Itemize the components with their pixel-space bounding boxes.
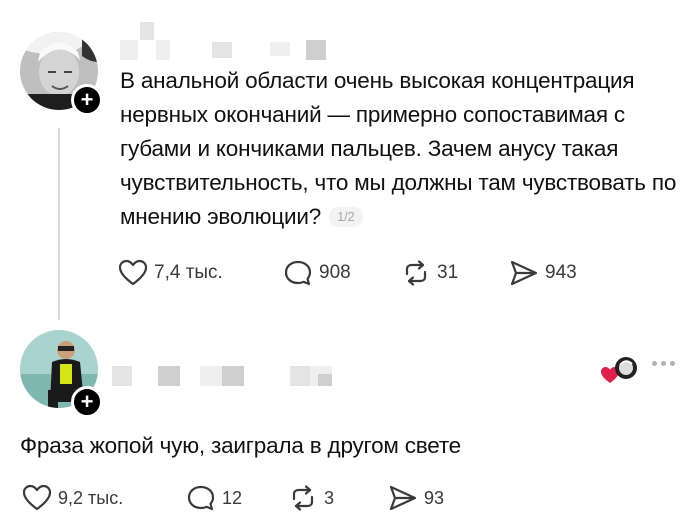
post-like-count: 7,4 тыс. — [154, 262, 223, 283]
post-body: В анальной области очень высокая концент… — [120, 68, 677, 229]
liked-by-author-badge — [600, 356, 640, 386]
reply-share-button[interactable]: 93 — [388, 484, 444, 512]
send-icon — [389, 485, 417, 511]
heart-icon — [22, 484, 52, 511]
post-repost-count: 31 — [437, 262, 459, 283]
follow-plus-icon[interactable]: + — [71, 84, 103, 116]
reply-like-count: 9,2 тыс. — [58, 487, 124, 508]
thread-line — [58, 128, 60, 320]
post-like-button[interactable]: 7,4 тыс. — [118, 259, 223, 287]
send-icon — [510, 260, 538, 286]
post-text: В анальной области очень высокая концент… — [120, 64, 700, 234]
reply-repost-button[interactable]: 3 — [288, 484, 334, 512]
repost-icon — [292, 485, 314, 511]
post-comment-button[interactable]: 908 — [283, 259, 351, 287]
reply-repost-count: 3 — [324, 487, 335, 508]
follow-plus-icon[interactable]: + — [71, 386, 103, 418]
reply-comment-button[interactable]: 12 — [186, 484, 242, 512]
post-share-button[interactable]: 943 — [509, 259, 577, 287]
reply-like-button[interactable]: 9,2 тыс. — [22, 484, 123, 512]
author-mini-avatar — [615, 357, 637, 379]
post-repost-button[interactable]: 31 — [401, 259, 458, 287]
comment-bubble-icon — [284, 260, 312, 286]
post-comment-count: 908 — [319, 262, 351, 283]
page-indicator[interactable]: 1/2 — [329, 207, 363, 227]
reply-comment-count: 12 — [222, 487, 243, 508]
comment-bubble-icon — [187, 485, 215, 511]
heart-icon — [118, 259, 148, 286]
reply-share-count: 93 — [424, 487, 445, 508]
post-share-count: 943 — [545, 262, 577, 283]
reply-text: Фраза жопой чую, заиграла в другом свете — [20, 433, 461, 458]
more-dots-icon[interactable] — [652, 361, 675, 366]
repost-icon — [405, 260, 427, 286]
